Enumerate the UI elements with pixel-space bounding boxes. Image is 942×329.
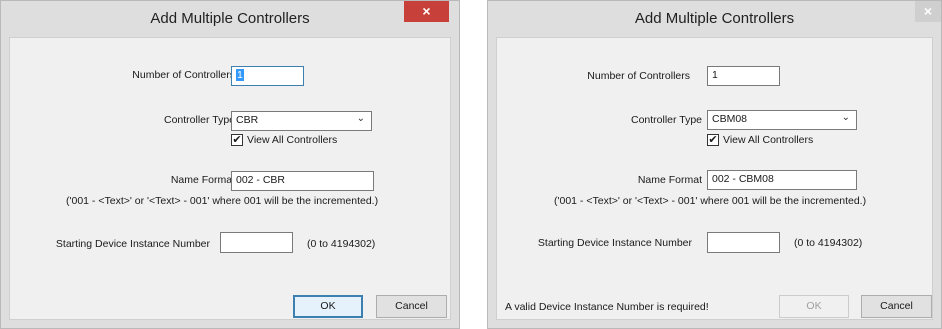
view-all-controllers-label[interactable]: View All Controllers (723, 134, 813, 146)
close-button[interactable]: × (915, 1, 941, 22)
name-format-label: Name Format (170, 174, 235, 186)
name-format-hint: ('001 - <Text>' or '<Text> - 001' where … (554, 195, 867, 207)
instance-range-hint: (0 to 4194302) (794, 237, 863, 249)
controller-type-value: CBM08 (712, 113, 748, 125)
controller-type-label: Controller Type (630, 114, 702, 126)
starting-device-instance-input[interactable] (220, 232, 293, 253)
dialog-title: Add Multiple Controllers (634, 10, 795, 27)
checkmark-icon: ✔ (708, 134, 718, 146)
name-format-input[interactable]: 002 - CBM08 (707, 170, 857, 190)
ok-button[interactable]: OK (779, 295, 849, 318)
name-format-label: Name Format (637, 174, 702, 186)
number-of-controllers-label: Number of Controllers (132, 69, 235, 81)
number-of-controllers-label: Number of Controllers (587, 70, 690, 82)
close-icon: × (923, 3, 933, 19)
controller-type-label: Controller Type (163, 114, 235, 126)
ok-button[interactable]: OK (293, 295, 363, 318)
validation-error-message: A valid Device Instance Number is requir… (505, 301, 709, 313)
checkmark-icon: ✔ (232, 134, 242, 146)
starting-device-instance-label: Starting Device Instance Number (55, 238, 210, 250)
chevron-down-icon: ⌄ (841, 112, 850, 123)
instance-range-hint: (0 to 4194302) (307, 238, 376, 250)
dialog-title: Add Multiple Controllers (150, 10, 310, 27)
view-all-controllers-label[interactable]: View All Controllers (247, 134, 337, 146)
starting-device-instance-label: Starting Device Instance Number (537, 237, 692, 249)
cancel-button[interactable]: Cancel (376, 295, 447, 318)
title-bar[interactable]: Add Multiple Controllers × (1, 1, 459, 37)
cancel-button[interactable]: Cancel (861, 295, 932, 318)
controller-type-value: CBR (236, 114, 259, 126)
dialog-body: Number of Controllers 1 Controller Type … (9, 37, 451, 320)
view-all-controllers-checkbox[interactable]: ✔ (231, 134, 243, 146)
number-of-controllers-input[interactable]: 1 (231, 66, 304, 86)
controller-type-select[interactable]: CBR ⌄ (231, 111, 372, 131)
add-multiple-controllers-dialog-2: Add Multiple Controllers × Number of Con… (487, 0, 942, 329)
number-of-controllers-input[interactable]: 1 (707, 66, 780, 86)
name-format-input[interactable]: 002 - CBR (231, 171, 374, 191)
dialog-body: Number of Controllers 1 Controller Type … (496, 37, 933, 320)
name-format-hint: ('001 - <Text>' or '<Text> - 001' where … (66, 195, 379, 207)
selected-text: 1 (236, 69, 244, 81)
view-all-controllers-checkbox[interactable]: ✔ (707, 134, 719, 146)
controller-type-select[interactable]: CBM08 ⌄ (707, 110, 857, 130)
add-multiple-controllers-dialog-1: Add Multiple Controllers × Number of Con… (0, 0, 460, 329)
starting-device-instance-input[interactable] (707, 232, 780, 253)
title-bar[interactable]: Add Multiple Controllers × (488, 1, 941, 37)
close-button[interactable]: × (404, 1, 449, 22)
chevron-down-icon: ⌄ (356, 113, 365, 124)
close-icon: × (422, 3, 431, 19)
